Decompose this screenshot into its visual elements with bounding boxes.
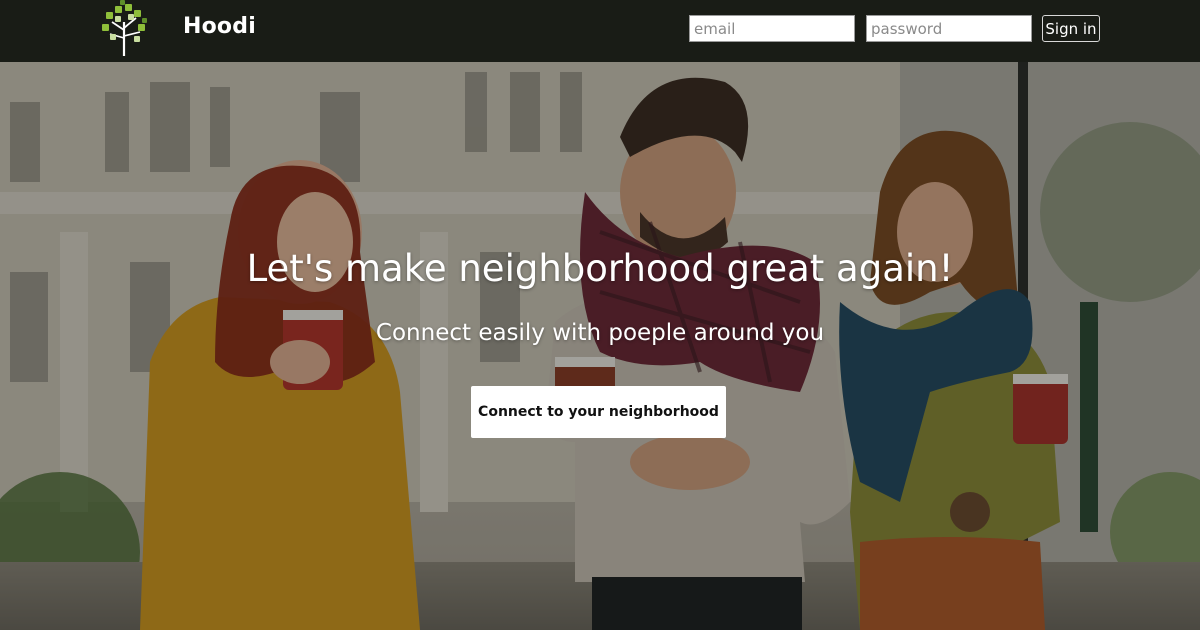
sign-in-button[interactable]: Sign in	[1042, 15, 1100, 42]
email-field[interactable]	[689, 15, 855, 42]
password-field[interactable]	[866, 15, 1032, 42]
brand-name[interactable]: Hoodi	[183, 14, 256, 39]
hero-dark-overlay	[0, 62, 1200, 630]
connect-neighborhood-button[interactable]: Connect to your neighborhood	[471, 386, 726, 438]
tree-logo-icon[interactable]	[98, 0, 150, 58]
hero-headline: Let's make neighborhood great again!	[246, 247, 954, 290]
hero-subheadline: Connect easily with poeple around you	[375, 320, 825, 346]
hero-section: Let's make neighborhood great again! Con…	[0, 62, 1200, 630]
top-navbar: Hoodi Sign in	[0, 0, 1200, 62]
